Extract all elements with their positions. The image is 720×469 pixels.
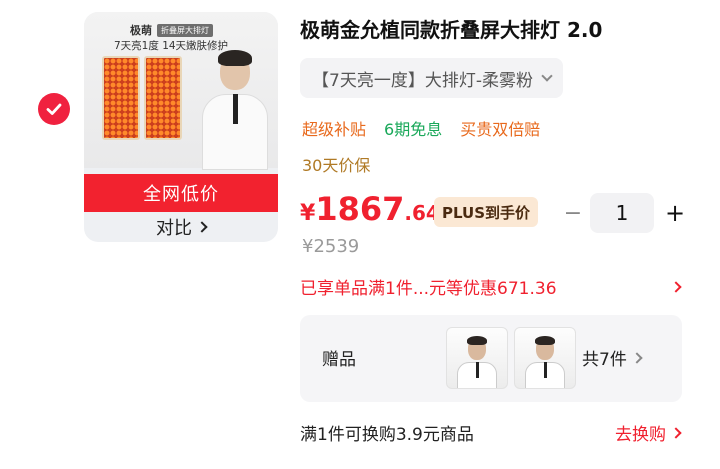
compare-label: 对比 (156, 218, 192, 239)
promo-subsidy: 超级补贴 (302, 120, 367, 139)
lamp-panel-left (102, 56, 140, 140)
product-image: 极萌 折叠屏大排灯 7天亮1度 14天嫩肤修护 (84, 12, 278, 170)
current-price: ¥ 1867 .64 (300, 190, 440, 228)
exchange-text: 满1件可换购3.9元商品 (300, 425, 474, 445)
currency-symbol: ¥ (300, 201, 316, 226)
chevron-right-icon (670, 426, 682, 439)
gift-label: 赠品 (322, 350, 356, 370)
price-integer: 1867 (315, 190, 405, 228)
plus-price-badge: PLUS到手价 (434, 197, 539, 227)
gift-count-label: 共7件 (582, 350, 627, 370)
select-checkbox[interactable] (38, 93, 70, 125)
product-thumbnail[interactable]: 极萌 折叠屏大排灯 7天亮1度 14天嫩肤修护 全网低价 对比 (84, 12, 278, 242)
exchange-link[interactable]: 去换购 (615, 420, 682, 445)
gift-count: 共7件 (582, 345, 643, 370)
promo-installment: 6期免息 (384, 120, 443, 139)
thumbnail-brand-tag: 折叠屏大排灯 (157, 23, 213, 37)
exchange-link-label: 去换购 (615, 425, 666, 445)
product-title[interactable]: 极萌金允植同款折叠屏大排灯 2.0 (300, 14, 602, 43)
exchange-row: 满1件可换购3.9元商品 去换购 (300, 420, 682, 445)
chevron-right-icon (670, 280, 682, 293)
promo-tags: 超级补贴 6期免息 买贵双倍赔 (302, 116, 540, 140)
gift-section[interactable]: 赠品 共7件 (300, 315, 682, 402)
compare-button[interactable]: 对比 (84, 212, 278, 242)
variant-label: 【7天亮一度】大排灯-柔雾粉 (312, 70, 533, 91)
variant-selector[interactable]: 【7天亮一度】大排灯-柔雾粉 (300, 58, 563, 98)
discount-row[interactable]: 已享单品满1件...元等优惠671.36 (300, 274, 682, 299)
checkmark-icon (46, 103, 62, 115)
chevron-right-icon (631, 351, 643, 364)
chevron-down-icon (541, 70, 553, 82)
increase-button[interactable]: + (664, 199, 686, 227)
decrease-button[interactable]: − (562, 201, 584, 226)
original-price: ¥2539 (302, 236, 360, 257)
quantity-stepper: − 1 + (562, 193, 686, 233)
thumbnail-brand: 极萌 (130, 24, 152, 37)
gift-image (446, 327, 508, 389)
chevron-right-icon (196, 221, 208, 233)
discount-text: 已享单品满1件...元等优惠671.36 (300, 279, 557, 299)
lamp-panel-right (144, 56, 182, 140)
spokesperson-figure (200, 48, 270, 170)
price-protection-tag: 30天价保 (302, 156, 371, 175)
quantity-input[interactable]: 1 (590, 193, 654, 233)
gift-image (514, 327, 576, 389)
lowest-price-banner: 全网低价 (84, 174, 278, 212)
promo-double-refund: 买贵双倍赔 (460, 120, 541, 139)
